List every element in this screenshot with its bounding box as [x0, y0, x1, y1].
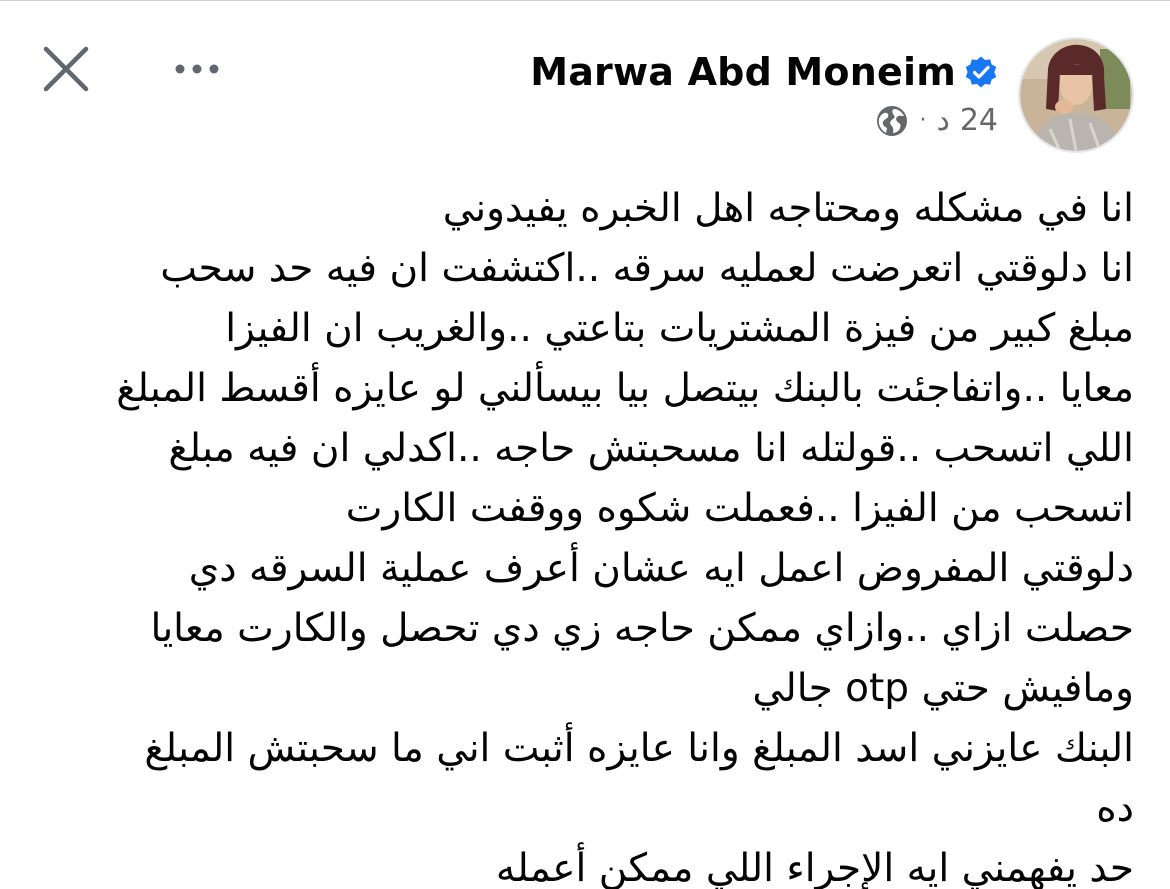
profile-photo — [1020, 39, 1132, 151]
post-line: ده — [1096, 786, 1134, 831]
post-text: انا في مشكله ومحتاجه اهل الخبره يفيدوني … — [40, 179, 1134, 889]
more-dots-icon — [175, 64, 219, 74]
post-line: انا في مشكله ومحتاجه اهل الخبره يفيدوني — [442, 186, 1134, 231]
meta-separator: · — [919, 108, 927, 133]
post-viewer: Marwa Abd Moneim · د 24 انا في مشكله ومح… — [0, 0, 1170, 889]
post-line: ومافيش حتي otp جالي — [752, 666, 1134, 711]
post-line: انا دلوقتي اتعرضت لعمليه سرقه ..اكتشفت ا… — [160, 246, 1134, 291]
avatar[interactable] — [1018, 37, 1134, 153]
post-line: البنك عايزني اسد المبلغ وانا عايزه أثبت … — [144, 726, 1134, 771]
post-line: حد يفهمني ايه الإجراء اللي ممكن أعمله — [495, 846, 1134, 889]
post-meta: · د 24 — [875, 103, 998, 138]
post-time-unit: د — [936, 103, 950, 138]
post-line: مبلغ كبير من فيزة المشتريات بتاعتي ..وال… — [225, 306, 1134, 351]
close-button[interactable] — [38, 41, 94, 97]
post-time[interactable]: 24 — [960, 103, 998, 138]
post-line: اتسحب من الفيزا ..فعملت شكوه ووقفت الكار… — [345, 486, 1134, 531]
close-icon — [43, 46, 89, 92]
post-header: Marwa Abd Moneim · د 24 — [530, 37, 1134, 153]
author-name[interactable]: Marwa Abd Moneim — [530, 50, 956, 94]
post-line: معايا ..واتفاجئت بالبنك بيتصل بيا بيسألن… — [116, 366, 1134, 411]
author-info: Marwa Abd Moneim · د 24 — [530, 37, 998, 138]
globe-icon[interactable] — [875, 104, 909, 138]
post-line: اللي اتسحب ..قولتله انا مسحبتش حاجه ..اك… — [168, 426, 1134, 471]
more-options-button[interactable] — [168, 49, 228, 89]
verified-badge-icon — [965, 56, 997, 88]
post-line: حصلت ازاي ..وازاي ممكن حاجه زي دي تحصل و… — [150, 606, 1134, 651]
author-name-row: Marwa Abd Moneim — [530, 37, 998, 107]
post-line: دلوقتي المفروض اعمل ايه عشان أعرف عملية … — [188, 546, 1134, 591]
